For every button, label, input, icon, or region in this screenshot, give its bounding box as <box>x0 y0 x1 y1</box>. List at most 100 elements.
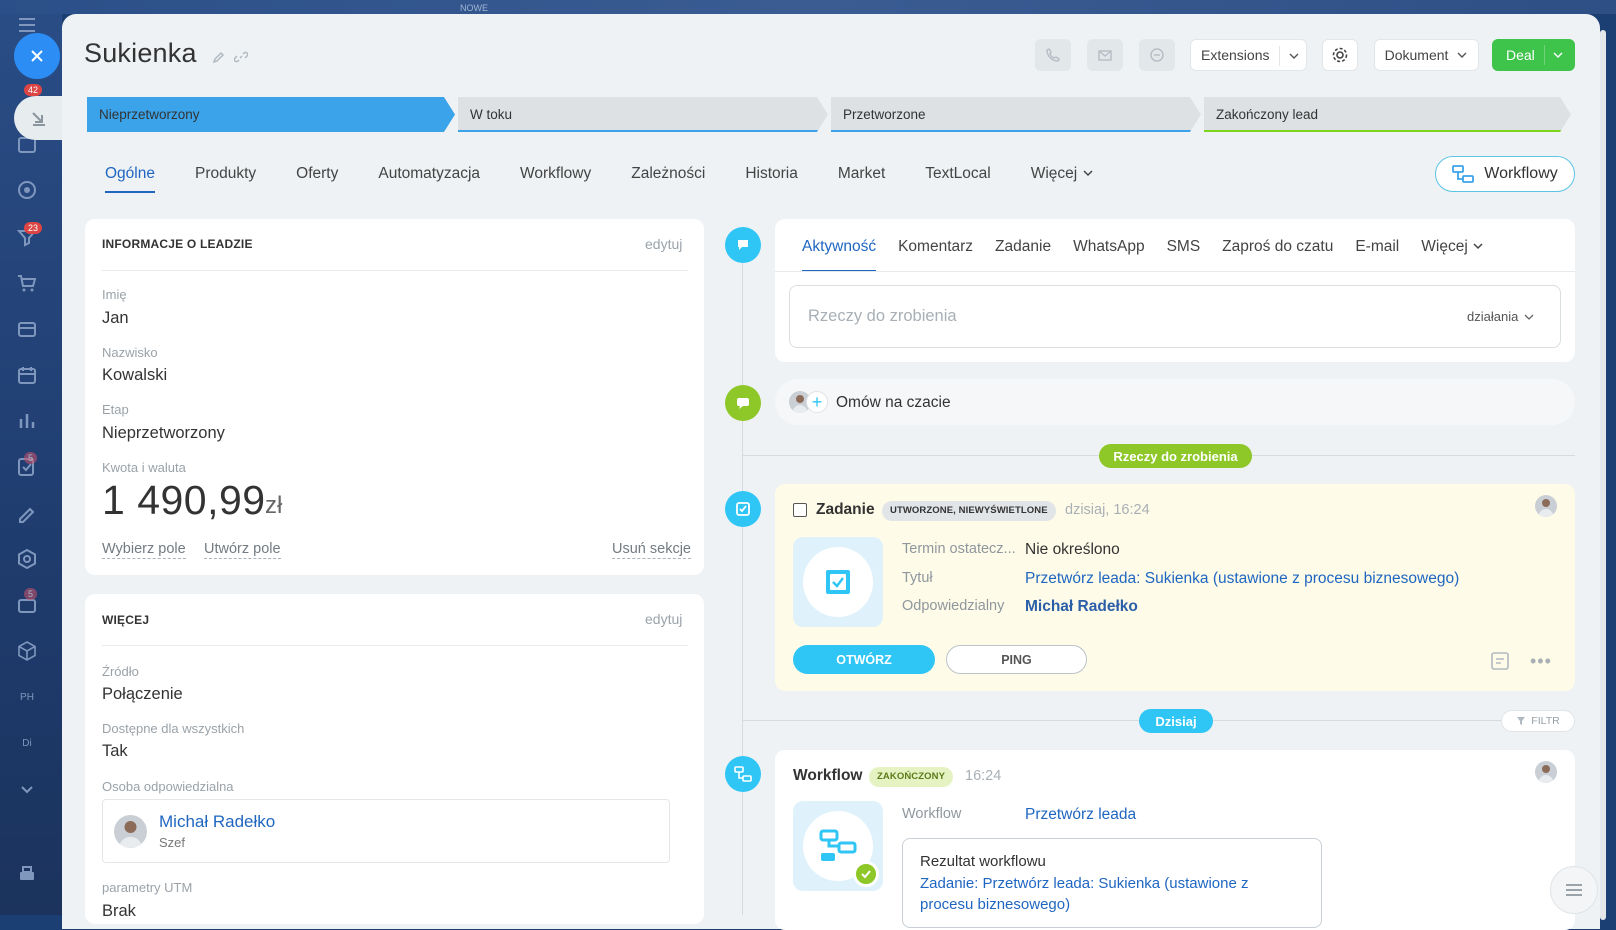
result-line: Zadanie: Przetwórz leada: Sukienka (usta… <box>920 875 1249 892</box>
task-title-link[interactable]: Przetwórz leada: Sukienka (ustawione z p… <box>1025 570 1459 588</box>
field-value[interactable]: Nieprzetworzony <box>102 424 225 443</box>
tab-komentarz[interactable]: Komentarz <box>898 238 973 256</box>
tab-sms[interactable]: SMS <box>1167 238 1201 256</box>
tab-oferty[interactable]: Oferty <box>296 165 338 183</box>
tab-market[interactable]: Market <box>838 165 885 183</box>
open-task-button[interactable]: OTWÓRZ <box>793 645 935 674</box>
workflow-link[interactable]: Przetwórz leada <box>1025 806 1136 824</box>
quick-menu-button[interactable] <box>1550 866 1598 914</box>
tab-historia[interactable]: Historia <box>745 165 798 183</box>
delete-section-link[interactable]: Usuń sekcje <box>612 541 691 559</box>
box-icon[interactable] <box>14 638 40 664</box>
badge-text: UTWORZONE, NIEWYŚWIETLONE <box>882 501 1056 521</box>
tab-workflowy[interactable]: Workflowy <box>520 165 591 183</box>
workflow-icon <box>1452 165 1475 183</box>
email-button[interactable] <box>1087 39 1123 71</box>
tab-textlocal[interactable]: TextLocal <box>925 165 990 183</box>
deadline-value[interactable]: Nie określono <box>1025 541 1120 559</box>
filter-button[interactable]: FILTR <box>1501 710 1575 732</box>
tab-zapros-do-czatu[interactable]: Zaproś do czatu <box>1222 238 1333 256</box>
main-tabs: Ogólne Produkty Oferty Automatyzacja Wor… <box>105 165 1134 193</box>
task-dot-icon <box>725 491 761 527</box>
more-icon[interactable]: ••• <box>1530 651 1552 672</box>
tab-automatyzacja[interactable]: Automatyzacja <box>378 165 480 183</box>
store-icon[interactable] <box>14 316 40 342</box>
stage-nieprzetworzony[interactable]: Nieprzetworzony <box>87 97 455 132</box>
edit-link[interactable]: edytuj <box>645 611 682 627</box>
task-checkbox[interactable] <box>793 503 807 517</box>
select-field-link[interactable]: Wybierz pole <box>102 541 186 559</box>
hexagon-icon[interactable] <box>14 546 40 572</box>
responsible-name[interactable]: Michał Radełko <box>159 812 275 832</box>
chevron-down-icon <box>1524 314 1534 320</box>
document-label: Dokument <box>1384 47 1449 63</box>
scrollbar[interactable] <box>1600 30 1606 920</box>
amount-value[interactable]: 1 490,99 <box>102 477 266 524</box>
minimize-tab-button[interactable] <box>14 96 62 140</box>
field-value[interactable]: Połączenie <box>102 685 183 704</box>
deal-label: Deal <box>1506 47 1535 63</box>
stage-w-toku[interactable]: W toku <box>458 97 828 132</box>
link-icon[interactable] <box>234 50 248 64</box>
field-value[interactable]: Tak <box>102 742 128 761</box>
todo-placeholder: Rzeczy do zrobienia <box>808 307 957 325</box>
extensions-dropdown[interactable]: Extensions <box>1190 39 1307 71</box>
workflow-button[interactable]: Workflowy <box>1435 156 1575 192</box>
field-value[interactable]: Jan <box>102 309 129 328</box>
stage-przetworzone[interactable]: Przetworzone <box>831 97 1201 132</box>
chevron-down-icon[interactable] <box>14 776 40 802</box>
avatar[interactable] <box>1535 761 1557 783</box>
create-field-link[interactable]: Utwórz pole <box>204 541 281 559</box>
pencil-icon[interactable] <box>212 50 226 64</box>
stage-label: Przetworzone <box>843 107 926 122</box>
tab-zadanie[interactable]: Zadanie <box>995 238 1051 256</box>
workflow-title: Workflow <box>793 767 863 784</box>
cart-icon[interactable] <box>14 270 40 296</box>
workflow-button-label: Workflowy <box>1484 165 1558 182</box>
tab-wiecej-label: Więcej <box>1030 165 1078 182</box>
tab-produkty[interactable]: Produkty <box>195 165 256 183</box>
more-info-card <box>85 594 704 924</box>
avatar[interactable] <box>114 815 147 848</box>
target-icon[interactable] <box>14 177 40 203</box>
task-responsible-link[interactable]: Michał Radełko <box>1025 598 1138 616</box>
detail-label: Termin ostatecz... <box>902 541 1016 557</box>
call-button[interactable] <box>1035 39 1071 71</box>
add-user-icon[interactable]: + <box>806 391 828 413</box>
extensions-label: Extensions <box>1201 47 1270 63</box>
close-slider-button[interactable] <box>14 33 60 79</box>
page-title: Sukienka <box>84 38 197 68</box>
detail-label: Odpowiedzialny <box>902 598 1005 614</box>
ping-button[interactable]: PING <box>946 645 1087 674</box>
chevron-down-icon <box>1083 170 1093 177</box>
deal-button[interactable]: Deal <box>1492 39 1575 71</box>
edit-link[interactable]: edytuj <box>645 236 682 252</box>
tab-email[interactable]: E-mail <box>1355 238 1399 256</box>
task-status-badge: UTWORZONE, NIEWYŚWIETLONE <box>882 500 1056 521</box>
calendar-icon[interactable] <box>14 362 40 388</box>
document-dropdown[interactable]: Dokument <box>1374 39 1479 71</box>
chat-button[interactable] <box>1139 39 1175 71</box>
field-label: parametry UTM <box>102 880 193 895</box>
settings-button[interactable] <box>1322 39 1358 71</box>
tab-aktywnosc[interactable]: Aktywność <box>802 238 877 272</box>
tab-whatsapp[interactable]: WhatsApp <box>1073 238 1145 256</box>
note-icon[interactable] <box>1490 651 1510 676</box>
actions-dropdown[interactable]: działania <box>1467 309 1534 324</box>
top-strip <box>0 0 1616 14</box>
tab-wiecej[interactable]: Więcej <box>1031 165 1094 183</box>
sidebar-label-ph[interactable]: PH <box>14 684 40 710</box>
field-value[interactable]: Brak <box>102 902 136 921</box>
sign-icon[interactable] <box>14 500 40 526</box>
field-value[interactable]: Kowalski <box>102 366 167 385</box>
todo-pill: Rzeczy do zrobienia <box>1099 444 1252 468</box>
tab-wiecej-activity[interactable]: Więcej <box>1421 238 1484 256</box>
tab-ogolne[interactable]: Ogólne <box>105 165 155 193</box>
tab-zaleznosci[interactable]: Zależności <box>631 165 705 183</box>
avatar[interactable] <box>1535 495 1557 517</box>
stage-zakonczony-lead[interactable]: Zakończony lead <box>1204 97 1571 132</box>
printer-icon[interactable] <box>14 862 40 888</box>
sidebar-label-di[interactable]: Di <box>14 730 40 756</box>
chart-icon[interactable] <box>14 408 40 434</box>
result-link[interactable]: Zadanie: Przetwórz leada: Sukienka (usta… <box>920 875 1249 913</box>
